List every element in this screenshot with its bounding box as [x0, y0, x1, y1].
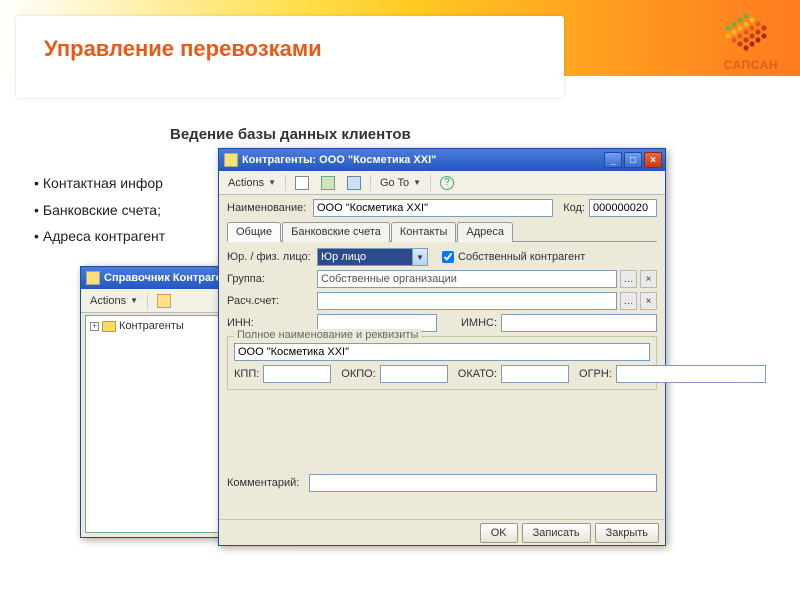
sapsan-logo-icon [722, 10, 770, 58]
separator [370, 175, 371, 191]
save-button[interactable]: Записать [522, 523, 591, 543]
toolbar-goto-label: Go To [380, 177, 409, 189]
minimize-button[interactable]: _ [604, 152, 622, 168]
maximize-button[interactable]: □ [624, 152, 642, 168]
bullet-item: Адреса контрагент [34, 223, 165, 250]
toolbar-actions-label: Actions [228, 177, 264, 189]
tab-contacts[interactable]: Контакты [391, 222, 457, 242]
fullname-group-title: Полное наименование и реквизиты [234, 329, 421, 341]
toolbar-actions[interactable]: Actions ▼ [223, 174, 281, 192]
own-contragent-label: Собственный контрагент [458, 251, 585, 263]
chevron-down-icon[interactable]: ▼ [413, 248, 428, 266]
account-clear-button[interactable]: × [640, 292, 657, 310]
window-contragent-card: Контрагенты: ООО "Косметика XXI" _ □ × A… [218, 148, 666, 546]
separator [147, 293, 148, 309]
entity-select[interactable]: ▼ [317, 248, 428, 266]
fullname-input[interactable] [234, 343, 650, 361]
copy-icon [321, 176, 335, 190]
toolbar-actions[interactable]: Actions ▼ [85, 292, 143, 310]
toolbar: Actions ▼ Go To ▼ ? [219, 171, 665, 195]
window-title: Контрагенты: ООО "Косметика XXI" [242, 154, 436, 166]
own-contragent-checkbox[interactable] [442, 251, 454, 263]
toolbar-icon [157, 294, 171, 308]
toolbar-btn[interactable] [152, 292, 176, 310]
close-button[interactable]: Закрыть [595, 523, 659, 543]
window-icon [86, 271, 100, 285]
toolbar-new-icon[interactable] [290, 174, 314, 192]
okpo-input[interactable] [380, 365, 448, 383]
toolbar-refresh-icon[interactable] [342, 174, 366, 192]
ogrn-input[interactable] [616, 365, 766, 383]
imns-input[interactable] [501, 314, 657, 332]
card-body: Наименование: Код: Общие Банковские счет… [219, 195, 665, 517]
refresh-icon [347, 176, 361, 190]
brand-text: САПСАН [724, 58, 778, 72]
separator [285, 175, 286, 191]
name-input[interactable] [313, 199, 553, 217]
tree-root-label: Контрагенты [119, 320, 184, 332]
folder-icon [102, 321, 116, 332]
tab-bank-accounts[interactable]: Банковские счета [282, 222, 390, 242]
ogrn-label: ОГРН: [579, 368, 612, 380]
entity-label: Юр. / физ. лицо: [227, 251, 313, 263]
chevron-down-icon: ▼ [413, 178, 421, 187]
entity-value[interactable] [317, 248, 413, 266]
comment-input[interactable] [309, 474, 657, 492]
imns-label: ИМНС: [461, 317, 497, 329]
toolbar-actions-label: Actions [90, 295, 126, 307]
account-input[interactable] [317, 292, 617, 310]
okato-label: ОКАТО: [458, 368, 497, 380]
window-icon [224, 153, 238, 167]
toolbar-goto[interactable]: Go To ▼ [375, 174, 426, 192]
slide-subtitle: Ведение базы данных клиентов [170, 126, 411, 143]
bullet-item: Контактная инфор [34, 170, 165, 197]
code-label: Код: [563, 202, 585, 214]
button-bar: OK Записать Закрыть [219, 519, 665, 545]
group-input[interactable] [317, 270, 617, 288]
comment-label: Комментарий: [227, 477, 305, 489]
slide-title: Управление перевозками [44, 36, 322, 62]
help-icon: ? [440, 176, 454, 190]
kpp-input[interactable] [263, 365, 331, 383]
close-button[interactable]: × [644, 152, 662, 168]
ok-button[interactable]: OK [480, 523, 518, 543]
fullname-groupbox: Полное наименование и реквизиты КПП: ОКП… [227, 336, 657, 390]
tabstrip: Общие Банковские счета Контакты Адреса [227, 221, 657, 242]
kpp-label: КПП: [234, 368, 259, 380]
group-pick-button[interactable]: … [620, 270, 637, 288]
account-pick-button[interactable]: … [620, 292, 637, 310]
expand-icon[interactable]: + [90, 322, 99, 331]
titlebar[interactable]: Контрагенты: ООО "Косметика XXI" _ □ × [219, 149, 665, 171]
okpo-label: ОКПО: [341, 368, 375, 380]
toolbar-copy-icon[interactable] [316, 174, 340, 192]
bullet-list: Контактная инфор Банковские счета; Адрес… [34, 170, 165, 250]
toolbar-help-icon[interactable]: ? [435, 174, 459, 192]
separator [430, 175, 431, 191]
code-input[interactable] [589, 199, 657, 217]
tab-addresses[interactable]: Адреса [457, 222, 513, 242]
bullet-item: Банковские счета; [34, 197, 165, 224]
inn-label: ИНН: [227, 317, 313, 329]
chevron-down-icon: ▼ [130, 296, 138, 305]
account-label: Расч.счет: [227, 295, 313, 307]
group-clear-button[interactable]: × [640, 270, 657, 288]
tab-general[interactable]: Общие [227, 222, 281, 242]
chevron-down-icon: ▼ [268, 178, 276, 187]
name-label: Наименование: [227, 202, 309, 214]
window-title: Справочник Контрагент [104, 272, 234, 284]
page-icon [295, 176, 309, 190]
group-label: Группа: [227, 273, 313, 285]
okato-input[interactable] [501, 365, 569, 383]
